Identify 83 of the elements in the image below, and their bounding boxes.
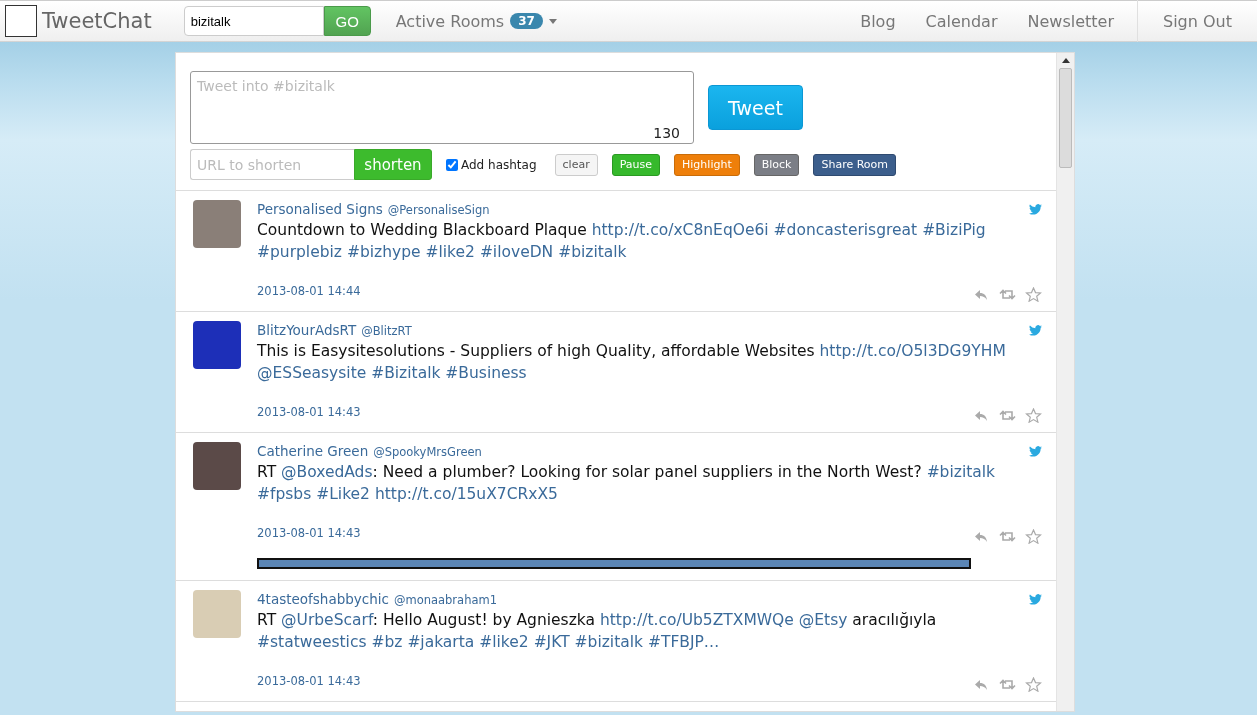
- tweet-link[interactable]: #Like2: [316, 485, 370, 503]
- scrollbar-track[interactable]: [1056, 53, 1074, 711]
- tweet-link[interactable]: #statweestics: [257, 633, 367, 651]
- avatar-photo: [193, 200, 241, 248]
- tweet-link[interactable]: #purplebiz: [257, 243, 342, 261]
- bird-icon: [1029, 593, 1042, 605]
- star-icon[interactable]: [1025, 677, 1042, 692]
- tweet-link[interactable]: #fpsbs: [257, 485, 312, 503]
- author-name[interactable]: BlitzYourAdsRT: [257, 322, 357, 338]
- reply-icon[interactable]: [973, 677, 990, 692]
- tweet-link[interactable]: #JKT: [533, 633, 570, 651]
- star-icon[interactable]: [1025, 529, 1042, 544]
- author-handle[interactable]: @monaabraham1: [393, 593, 497, 607]
- tweet-link[interactable]: #jakarta: [407, 633, 475, 651]
- tweet-timestamp[interactable]: 2013-08-01 14:43: [257, 525, 361, 540]
- scroll-up-icon[interactable]: [1061, 58, 1070, 63]
- active-rooms-menu[interactable]: Active Rooms: [395, 11, 505, 31]
- tweet-link[interactable]: http://t.co/Ub5ZTXMWQe: [599, 611, 794, 629]
- scrollbar-thumb[interactable]: [1059, 68, 1072, 168]
- tweet-timestamp[interactable]: 2013-08-01 14:43: [257, 673, 361, 688]
- reply-icon[interactable]: [973, 408, 990, 423]
- rooms-count-badge: 37: [510, 13, 543, 29]
- retweet-icon[interactable]: [999, 677, 1016, 692]
- tweet-text: RT @BoxedAds: Need a plumber? Looking for solar panel suppliers in the North West? #bizitalk #fpsbs #Like2 http://t.co/15uX7CRxX5: [257, 462, 997, 505]
- tweet-link[interactable]: #Business: [445, 364, 527, 382]
- avatar-photo: [193, 590, 241, 638]
- bird-icon: [1029, 203, 1042, 215]
- bird-icon: [1029, 324, 1042, 336]
- logo-icon: [5, 5, 37, 37]
- tweet-link[interactable]: #Bizitalk: [371, 364, 441, 382]
- action-button[interactable]: Share Room: [813, 153, 897, 176]
- tweet-link[interactable]: http://t.co/O5l3DG9YHM: [819, 342, 1006, 360]
- tweet-link[interactable]: #iloveDN: [479, 243, 554, 261]
- star-icon[interactable]: [1025, 287, 1042, 302]
- room-search-field[interactable]: bizitalk: [183, 6, 324, 36]
- star-icon[interactable]: [1025, 408, 1042, 423]
- tweet-link[interactable]: #bizhype: [346, 243, 421, 261]
- avatar-photo: [193, 442, 241, 490]
- tweet-text: This is Easysitesolutions - Suppliers of high Quality, affordable Websites http://t.co/O5l3DG9YHM @ESSeasysite #Bizitalk #Business: [257, 341, 1007, 384]
- tweet-link[interactable]: #bizitalk: [926, 463, 996, 481]
- action-button[interactable]: clear: [554, 153, 598, 176]
- add-hashtag-label: Add hashtag: [461, 157, 537, 172]
- action-button[interactable]: Block: [753, 153, 800, 176]
- tweet-link[interactable]: http://t.co/15uX7CRxX5: [374, 485, 558, 503]
- nav-link[interactable]: Blog: [845, 11, 911, 31]
- retweet-icon[interactable]: [999, 287, 1016, 302]
- tweet-link[interactable]: http://t.co/xC8nEqOe6i: [591, 221, 769, 239]
- tweet-link[interactable]: #doncasterisgreat: [773, 221, 918, 239]
- tweet-link[interactable]: #like2: [479, 633, 529, 651]
- tweet-link[interactable]: @ESSeasysite: [257, 364, 367, 382]
- tweet-link[interactable]: @Etsy: [798, 611, 848, 629]
- reply-icon[interactable]: [973, 529, 990, 544]
- tweet-link[interactable]: #bz: [371, 633, 403, 651]
- add-hashtag-checkbox[interactable]: [446, 158, 458, 171]
- tweet-text: RT @UrbeScarf: Hello August! by Agnieszka http://t.co/Ub5ZTXMWQe @Etsy aracılığıyla #statweestics #bz #jakarta #like2 #JKT #bizitalk #TFBJP…: [257, 610, 938, 653]
- character-counter: 130: [653, 125, 680, 141]
- bird-icon: [1029, 445, 1042, 457]
- author-handle[interactable]: @PersonaliseSign: [387, 203, 490, 217]
- tweet-link[interactable]: #TFBJP…: [647, 633, 720, 651]
- author-name[interactable]: Catherine Green: [257, 443, 369, 459]
- brand-title[interactable]: TweetChat: [42, 9, 152, 33]
- author-name[interactable]: 4tasteofshabbychic: [257, 591, 389, 607]
- tweet-link[interactable]: #bizitalk: [558, 243, 627, 261]
- author-name[interactable]: Personalised Signs: [257, 201, 383, 217]
- tweet-link[interactable]: #bizitalk: [574, 633, 643, 651]
- nav-link[interactable]: Newsletter: [1012, 11, 1129, 31]
- url-field[interactable]: URL to shorten: [190, 149, 354, 180]
- tweet-link[interactable]: #like2: [425, 243, 475, 261]
- tweet-link[interactable]: #BiziPig: [922, 221, 986, 239]
- sign-out-link[interactable]: Sign Out: [1138, 11, 1257, 31]
- tweet-timestamp[interactable]: 2013-08-01 14:44: [257, 283, 361, 298]
- tweet-text: Countdown to Wedding Blackboard Plaque http://t.co/xC8nEqOe6i #doncasterisgreat #BiziPig #purplebiz #bizhype #like2 #iloveDN #bizitalk: [257, 220, 987, 263]
- retweet-icon[interactable]: [999, 529, 1016, 544]
- reply-icon[interactable]: [973, 287, 990, 302]
- nav-link[interactable]: Calendar: [910, 11, 1013, 31]
- author-handle[interactable]: @BlitzRT: [361, 324, 412, 338]
- avatar-photo: [193, 321, 241, 369]
- tweet-timestamp[interactable]: 2013-08-01 14:43: [257, 404, 361, 419]
- tweet-link[interactable]: @BoxedAds: [281, 463, 373, 481]
- tweet-link[interactable]: @UrbeScarf: [281, 611, 373, 629]
- retweet-icon[interactable]: [999, 408, 1016, 423]
- caret-icon[interactable]: [548, 18, 557, 24]
- author-handle[interactable]: @SpookyMrsGreen: [373, 445, 482, 459]
